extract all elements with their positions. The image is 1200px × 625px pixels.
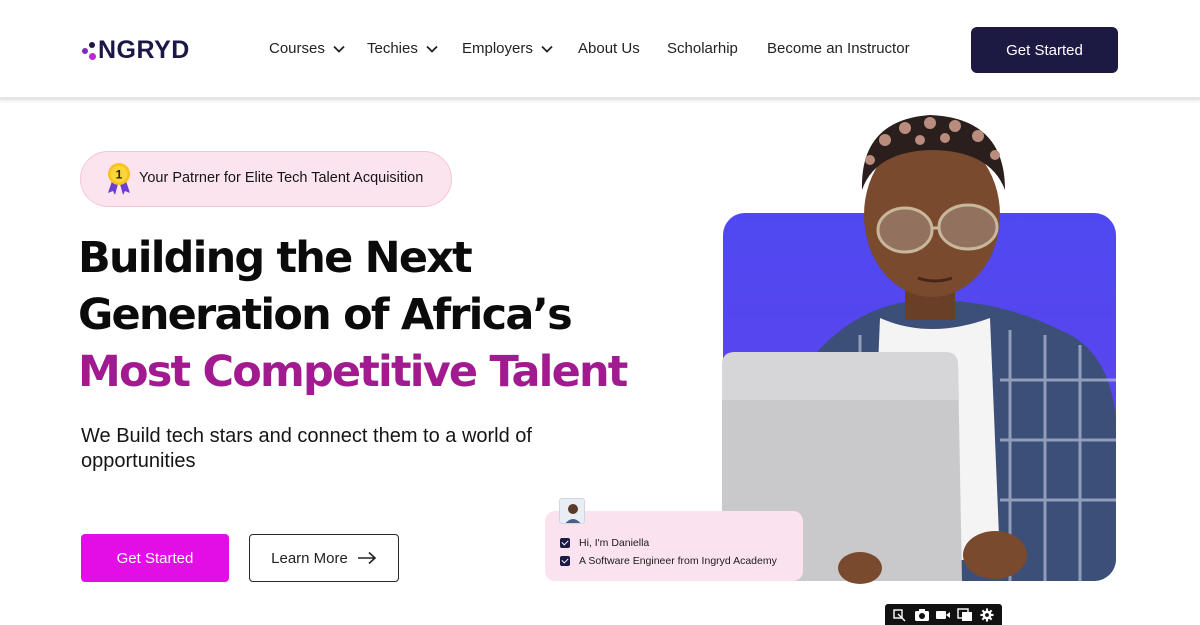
headline-line-1: Building the Next xyxy=(78,233,473,283)
nav-item-become-instructor[interactable]: Become an Instructor xyxy=(767,40,910,57)
medal-icon: 1 xyxy=(108,163,130,195)
hero-badge: 1 Your Patrner for Elite Tech Talent Acq… xyxy=(80,151,452,207)
logo-mark-icon xyxy=(82,38,96,64)
learn-more-button[interactable]: Learn More xyxy=(249,534,399,582)
chevron-down-icon xyxy=(541,45,553,53)
camera-icon[interactable] xyxy=(913,607,931,623)
nav-label: Techies xyxy=(367,40,418,57)
logo-text: NGRYD xyxy=(98,36,190,64)
nav-item-employers[interactable]: Employers xyxy=(462,40,554,57)
nav-label: Scholarhip xyxy=(667,40,738,57)
profile-line-2: A Software Engineer from Ingryd Academy xyxy=(560,555,777,567)
headline-line-3: Most Competitive Talent xyxy=(78,347,628,397)
profile-name-text: Hi, I'm Daniella xyxy=(579,537,650,549)
profile-line-1: Hi, I'm Daniella xyxy=(560,537,649,549)
screenshot-icon[interactable] xyxy=(891,607,909,623)
nav-label: Become an Instructor xyxy=(767,40,910,57)
header-get-started-button[interactable]: Get Started xyxy=(971,27,1118,73)
gear-icon[interactable] xyxy=(978,607,996,623)
hero-headline: Building the Next Generation of Africa’s… xyxy=(78,230,628,401)
ingryd-logo[interactable]: NGRYD xyxy=(82,36,190,65)
chevron-down-icon xyxy=(426,45,438,53)
badge-text: Your Patrner for Elite Tech Talent Acqui… xyxy=(139,170,424,186)
window-icon[interactable] xyxy=(956,607,974,623)
profile-role-text: A Software Engineer from Ingryd Academy xyxy=(579,555,777,567)
medal-number: 1 xyxy=(116,168,123,182)
avatar-image xyxy=(565,504,581,523)
nav-item-scholarship[interactable]: Scholarhip xyxy=(667,40,738,57)
video-icon[interactable] xyxy=(934,607,952,623)
site-header: NGRYD Courses Techies Employers About Us… xyxy=(0,0,1200,100)
nav-item-courses[interactable]: Courses xyxy=(269,40,346,57)
arrow-right-icon xyxy=(357,551,377,565)
chevron-down-icon xyxy=(333,45,345,53)
profile-avatar xyxy=(559,498,585,524)
get-started-button[interactable]: Get Started xyxy=(81,534,229,582)
learn-more-label: Learn More xyxy=(271,549,348,567)
nav-item-techies[interactable]: Techies xyxy=(367,40,439,57)
hero-subtext: We Build tech stars and connect them to … xyxy=(81,425,532,472)
nav-label: Employers xyxy=(462,40,533,57)
nav-item-about-us[interactable]: About Us xyxy=(578,40,640,57)
checkbox-checked-icon xyxy=(560,556,570,566)
checkbox-checked-icon xyxy=(560,538,570,548)
nav-label: Courses xyxy=(269,40,325,57)
media-toolbar xyxy=(885,604,1002,625)
nav-label: About Us xyxy=(578,40,640,57)
headline-line-2: Generation of Africa’s xyxy=(78,290,573,340)
